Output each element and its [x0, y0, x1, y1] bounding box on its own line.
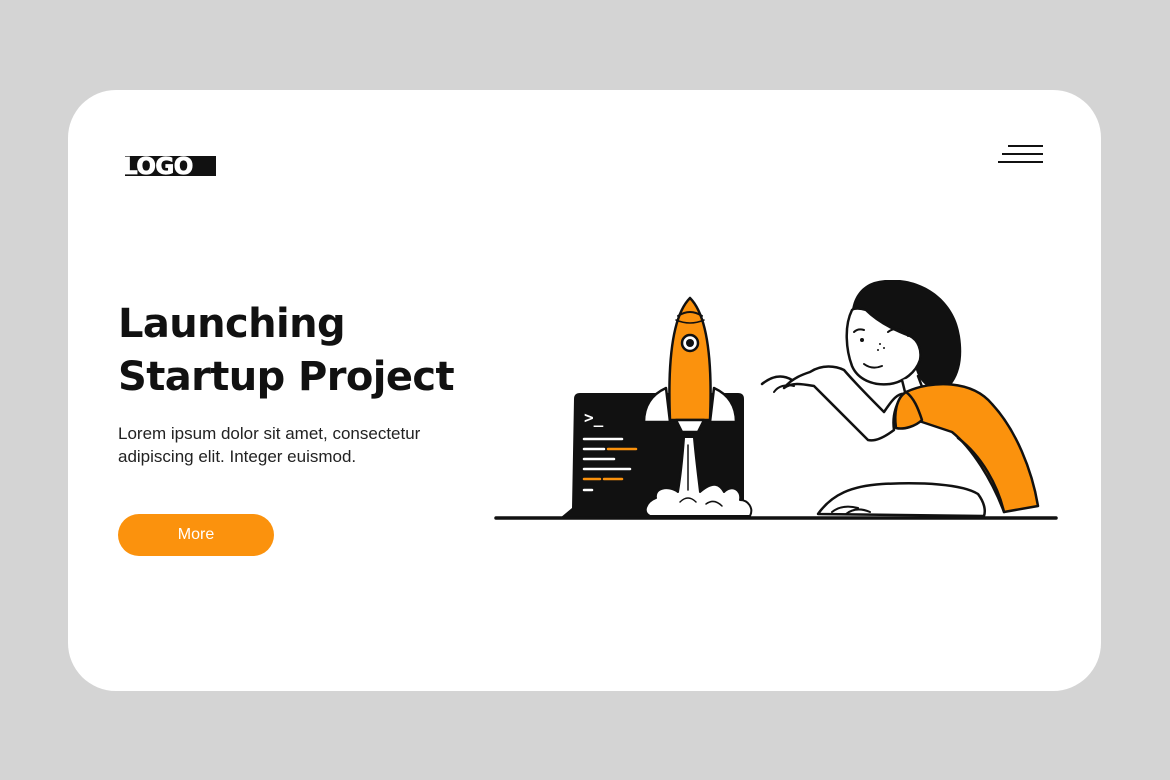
hero-title: Launching Startup Project — [118, 298, 498, 404]
landing-card: LOGO Launching Startup Project Lorem ips… — [68, 90, 1101, 691]
logo[interactable]: LOGO — [119, 153, 216, 179]
woman-figure — [760, 280, 1040, 518]
hamburger-menu-icon[interactable] — [998, 144, 1046, 166]
rocket-icon — [642, 296, 738, 434]
more-button[interactable]: More — [118, 514, 274, 556]
terminal-prompt: >_ — [584, 408, 604, 427]
hero-illustration: >_ — [494, 280, 1058, 520]
hero-title-line1: Launching — [118, 301, 346, 347]
hero-description: Lorem ipsum dolor sit amet, consectetur … — [118, 424, 421, 466]
logo-text: LOGO — [123, 154, 193, 179]
hero-title-line2: Startup Project — [118, 354, 455, 400]
